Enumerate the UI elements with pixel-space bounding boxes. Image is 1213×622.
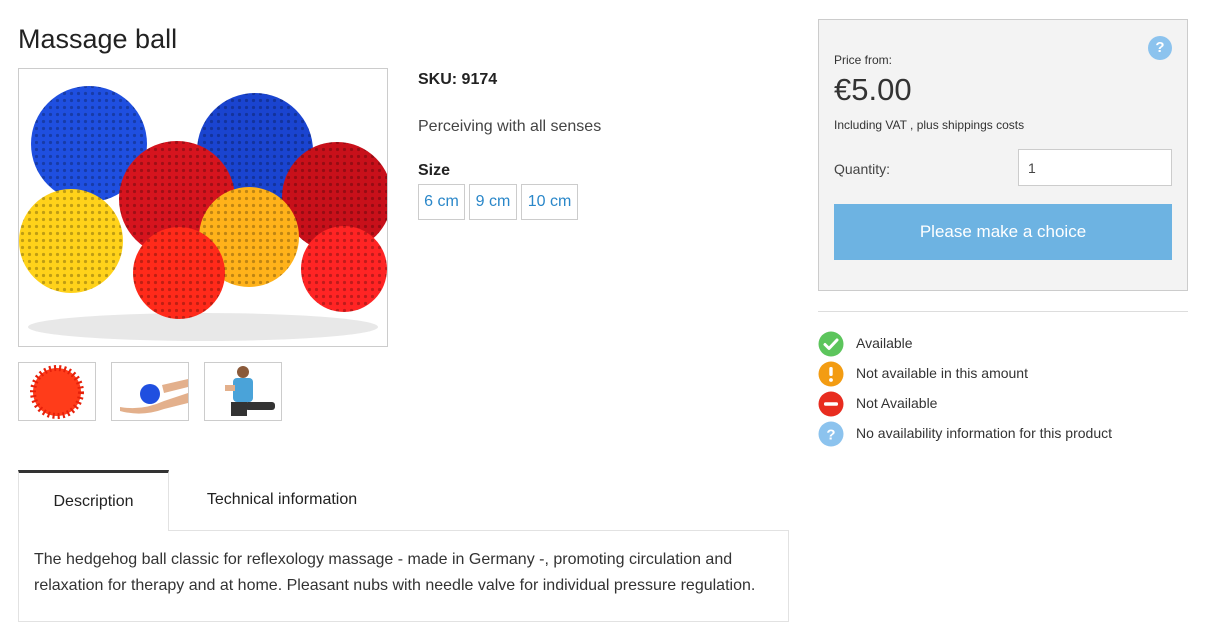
quantity-label: Quantity: bbox=[834, 161, 891, 177]
size-label: Size bbox=[418, 162, 451, 179]
product-sku: SKU: 9174 bbox=[418, 71, 498, 88]
availability-label: Available bbox=[856, 335, 913, 351]
question-icon: ? bbox=[818, 421, 844, 447]
availability-label: Not available in this amount bbox=[856, 365, 1028, 381]
quantity-input[interactable] bbox=[1018, 149, 1172, 186]
svg-text:?: ? bbox=[826, 427, 835, 444]
product-main-image[interactable] bbox=[18, 68, 388, 347]
product-thumbnail-red-ball[interactable] bbox=[18, 362, 96, 421]
please-make-a-choice-button[interactable]: Please make a choice bbox=[834, 204, 1172, 260]
price-from-label: Price from: bbox=[834, 53, 893, 67]
minus-icon bbox=[818, 391, 844, 417]
price-value: €5.00 bbox=[834, 72, 912, 107]
size-option-10cm[interactable]: 10 cm bbox=[521, 184, 578, 220]
check-icon bbox=[818, 331, 844, 357]
product-title: Massage ball bbox=[18, 24, 178, 54]
availability-label: Not Available bbox=[856, 395, 938, 411]
availability-label: No availability information for this pro… bbox=[856, 425, 1113, 441]
tab-technical-information[interactable]: Technical information bbox=[168, 473, 396, 529]
size-option-6cm[interactable]: 6 cm bbox=[418, 184, 465, 220]
help-icon[interactable]: ? bbox=[1148, 36, 1172, 60]
vat-note: Including VAT , plus shippings costs bbox=[834, 118, 1025, 132]
description-text: The hedgehog ball classic for reflexolog… bbox=[34, 551, 756, 594]
size-option-9cm[interactable]: 9 cm bbox=[469, 184, 517, 220]
exclamation-icon bbox=[818, 361, 844, 387]
product-tagline: Perceiving with all senses bbox=[418, 118, 602, 135]
product-thumbnail-person[interactable] bbox=[204, 362, 282, 421]
tab-description[interactable]: Description bbox=[18, 470, 169, 531]
product-thumbnail-hand[interactable] bbox=[111, 362, 189, 421]
divider bbox=[818, 311, 1188, 312]
